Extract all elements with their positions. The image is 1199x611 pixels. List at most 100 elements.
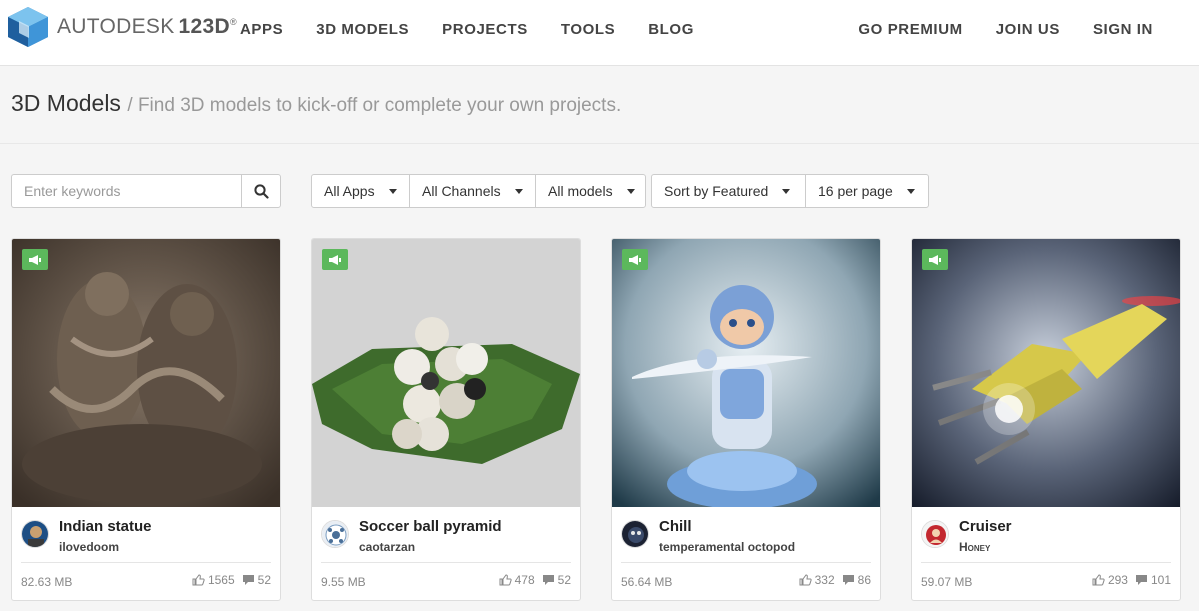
caret-down-icon	[906, 188, 915, 194]
channels-dropdown-label: All Channels	[422, 183, 501, 199]
comment-icon	[542, 575, 554, 585]
per-page-dropdown-label: 16 per page	[818, 183, 893, 199]
featured-badge	[922, 249, 948, 270]
per-page-dropdown[interactable]: 16 per page	[805, 174, 929, 208]
comments-count: 52	[557, 573, 571, 587]
file-size: 82.63 MB	[21, 575, 73, 589]
card-info: Indian statue ilovedoom 82.63 MB 1565 52	[12, 507, 280, 600]
model-thumbnail[interactable]	[912, 239, 1180, 507]
comment-icon	[242, 575, 254, 585]
soccer-balls-image	[312, 239, 580, 507]
autodesk-123d-logo[interactable]: AUTODESK 123D®	[5, 5, 237, 49]
page-subtitle: / Find 3D models to kick-off or complete…	[127, 95, 622, 116]
search-bar	[11, 174, 281, 208]
avatar[interactable]	[21, 520, 49, 548]
file-size: 59.07 MB	[921, 575, 973, 589]
statue-image	[12, 239, 280, 507]
model-name[interactable]: Indian statue	[59, 518, 152, 535]
avatar[interactable]	[621, 520, 649, 548]
model-thumbnail[interactable]	[312, 239, 580, 507]
apps-dropdown-label: All Apps	[324, 183, 375, 199]
author-name[interactable]: caotarzan	[359, 540, 415, 554]
section-divider	[0, 143, 1199, 144]
megaphone-icon	[929, 254, 941, 265]
card-divider	[21, 562, 271, 563]
filter-group: All Apps All Channels All models	[311, 174, 646, 208]
search-icon	[253, 183, 269, 199]
comments-count: 86	[857, 573, 871, 587]
card-stats: 332 86	[799, 573, 871, 587]
model-card[interactable]: Cruiser Honey 59.07 MB 293 101	[911, 238, 1181, 601]
likes-count: 478	[514, 573, 535, 587]
avatar-image	[22, 521, 48, 547]
card-info: Cruiser Honey 59.07 MB 293 101	[912, 507, 1180, 600]
nav-blog[interactable]: BLOG	[648, 21, 694, 38]
page-title: 3D Models	[11, 90, 121, 116]
sort-dropdown-label: Sort by Featured	[664, 183, 769, 199]
nav-go-premium[interactable]: GO PREMIUM	[858, 21, 962, 38]
file-size: 56.64 MB	[621, 575, 673, 589]
models-dropdown[interactable]: All models	[535, 174, 646, 208]
likes-count: 293	[1107, 573, 1128, 587]
nav-3d-models[interactable]: 3D MODELS	[316, 21, 409, 38]
primary-nav: APPS 3D MODELS PROJECTS TOOLS BLOG	[240, 0, 727, 58]
megaphone-icon	[629, 254, 641, 265]
nav-join-us[interactable]: JOIN US	[996, 21, 1060, 38]
nav-tools[interactable]: TOOLS	[561, 21, 615, 38]
author-name[interactable]: ilovedoom	[59, 540, 119, 554]
card-stats: 1565 52	[192, 573, 271, 587]
thumbs-up-icon	[192, 574, 205, 586]
caret-down-icon	[782, 188, 791, 194]
nav-apps[interactable]: APPS	[240, 21, 283, 38]
author-name[interactable]: Honey	[959, 540, 990, 554]
card-divider	[621, 562, 871, 563]
model-card[interactable]: Indian statue ilovedoom 82.63 MB 1565 52	[11, 238, 281, 601]
author-name[interactable]: temperamental octopod	[659, 540, 795, 554]
comments-count: 52	[257, 573, 271, 587]
model-name[interactable]: Cruiser	[959, 518, 1012, 535]
cruiser-ship-image	[912, 239, 1180, 507]
thumbs-up-icon	[499, 574, 512, 586]
search-button[interactable]	[241, 174, 281, 208]
logo-text: AUTODESK 123D®	[57, 15, 237, 38]
comment-icon	[1135, 575, 1147, 585]
megaphone-icon	[29, 254, 41, 265]
search-input[interactable]	[11, 174, 241, 208]
caret-down-icon	[388, 188, 397, 194]
caret-down-icon	[514, 188, 523, 194]
avatar[interactable]	[321, 520, 349, 548]
sort-dropdown[interactable]: Sort by Featured	[651, 174, 806, 208]
model-name[interactable]: Soccer ball pyramid	[359, 518, 502, 535]
nav-projects[interactable]: PROJECTS	[442, 21, 528, 38]
card-divider	[321, 562, 571, 563]
featured-badge	[22, 249, 48, 270]
model-thumbnail[interactable]	[12, 239, 280, 507]
megaphone-icon	[329, 254, 341, 265]
sort-group: Sort by Featured 16 per page	[651, 174, 929, 208]
nav-sign-in[interactable]: SIGN IN	[1093, 21, 1153, 38]
featured-badge	[622, 249, 648, 270]
model-card[interactable]: Chill temperamental octopod 56.64 MB 332…	[611, 238, 881, 601]
model-thumbnail[interactable]	[612, 239, 880, 507]
avatar-image	[622, 521, 648, 547]
card-info: Chill temperamental octopod 56.64 MB 332…	[612, 507, 880, 600]
cube-logo-icon	[8, 7, 48, 47]
channels-dropdown[interactable]: All Channels	[409, 174, 536, 208]
account-nav: GO PREMIUM JOIN US SIGN IN	[825, 0, 1153, 58]
likes-count: 1565	[207, 573, 235, 587]
thumbs-up-icon	[1092, 574, 1105, 586]
likes-count: 332	[814, 573, 835, 587]
avatar[interactable]	[921, 520, 949, 548]
card-divider	[921, 562, 1171, 563]
apps-dropdown[interactable]: All Apps	[311, 174, 410, 208]
card-stats: 293 101	[1092, 573, 1171, 587]
chill-character-image	[612, 239, 880, 507]
model-name[interactable]: Chill	[659, 518, 692, 535]
top-navbar: AUTODESK 123D® APPS 3D MODELS PROJECTS TO…	[0, 0, 1199, 66]
card-stats: 478 52	[499, 573, 571, 587]
models-dropdown-label: All models	[548, 183, 613, 199]
card-info: Soccer ball pyramid caotarzan 9.55 MB 47…	[312, 507, 580, 600]
caret-down-icon	[626, 188, 635, 194]
model-card[interactable]: Soccer ball pyramid caotarzan 9.55 MB 47…	[311, 238, 581, 601]
avatar-image	[322, 521, 348, 547]
